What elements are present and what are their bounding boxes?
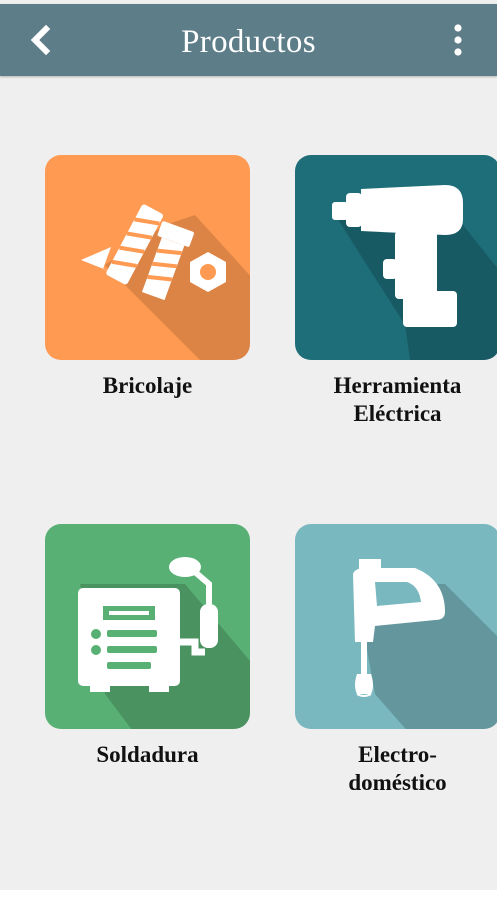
app-bar: Productos (0, 4, 497, 76)
product-label-herramienta-electrica: Herramienta Eléctrica (333, 373, 462, 426)
product-label-soldadura: Soldadura (96, 742, 199, 767)
product-tile-bricolaje[interactable] (45, 155, 250, 360)
welding-machine-icon (45, 524, 250, 729)
product-label-electrodomestico: Electro- doméstico (348, 742, 447, 795)
product-label-bricolaje: Bricolaje (102, 373, 193, 398)
vertical-dots-icon (454, 24, 462, 56)
hand-mixer-icon (295, 524, 497, 729)
power-drill-icon (295, 155, 497, 360)
page-title: Productos (181, 24, 316, 60)
screen: Productos Bricolaje Herramienta Eléctric… (0, 0, 497, 890)
product-tile-electrodomestico[interactable] (295, 524, 497, 729)
product-tile-herramienta-electrica[interactable] (295, 155, 497, 360)
overflow-menu-button[interactable] (440, 20, 476, 60)
product-tile-soldadura[interactable] (45, 524, 250, 729)
screw-bolt-nut-icon (45, 155, 250, 360)
